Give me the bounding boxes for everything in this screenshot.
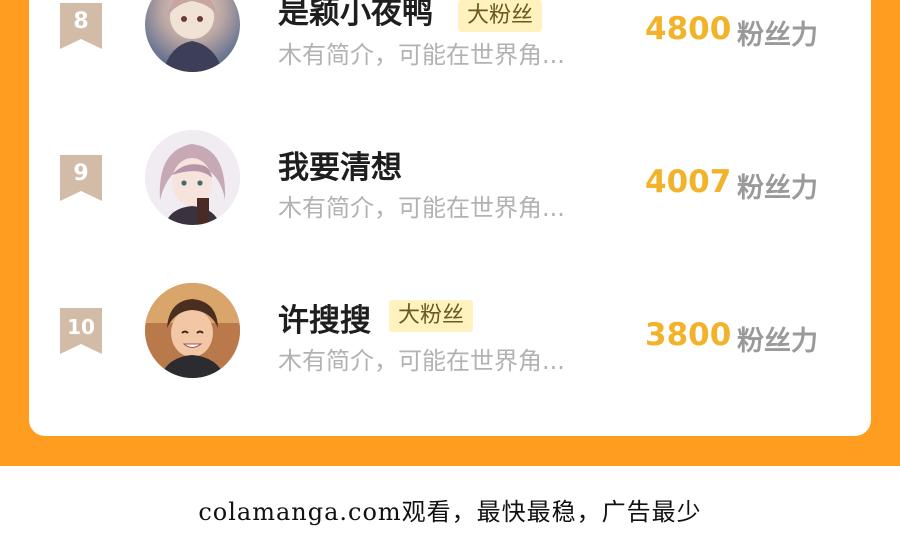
fan-badge: 大粉丝 [458, 0, 543, 32]
rank-ribbon-icon: 9 [60, 155, 102, 201]
user-name[interactable]: 我要清想 [278, 142, 402, 187]
user-intro: 木有简介，可能在世界角... [278, 194, 565, 222]
user-intro: 木有简介，可能在世界角... [278, 41, 565, 69]
user-name[interactable]: 许搜搜 [278, 295, 371, 340]
fan-badge: 大粉丝 [389, 300, 474, 332]
rank-number: 9 [73, 161, 89, 186]
ranking-row[interactable]: 9 我要清想 木有简介，可能在世界角... 4007 粉丝力 [0, 128, 900, 228]
rank-ribbon-icon: 8 [60, 3, 102, 49]
avatar[interactable] [145, 283, 240, 378]
ranking-row[interactable]: 10 许搜搜 大粉丝 木有简介，可能在世界角... 3800 粉丝力 [0, 281, 900, 381]
site-watermark-text: colamanga.com观看，最快最稳，广告最少 [198, 498, 702, 526]
rank-ribbon-icon: 10 [60, 308, 102, 354]
user-name[interactable]: 是颖小夜鸭 [278, 0, 433, 32]
fan-score-unit: 粉丝力 [737, 20, 818, 51]
fan-score: 4007 [645, 164, 732, 200]
fan-score-unit: 粉丝力 [737, 326, 818, 357]
rank-number: 8 [73, 9, 89, 34]
rank-number: 10 [67, 315, 95, 339]
avatar[interactable] [145, 130, 240, 225]
fan-score: 4800 [645, 11, 732, 47]
ranking-row[interactable]: 8 是颖小夜鸭 大粉丝 木有简介，可能在世界角... 4800 粉丝力 [0, 0, 900, 75]
avatar[interactable] [145, 0, 240, 72]
user-intro: 木有简介，可能在世界角... [278, 347, 565, 375]
fan-score-unit: 粉丝力 [737, 173, 818, 204]
fan-score: 3800 [645, 317, 732, 353]
